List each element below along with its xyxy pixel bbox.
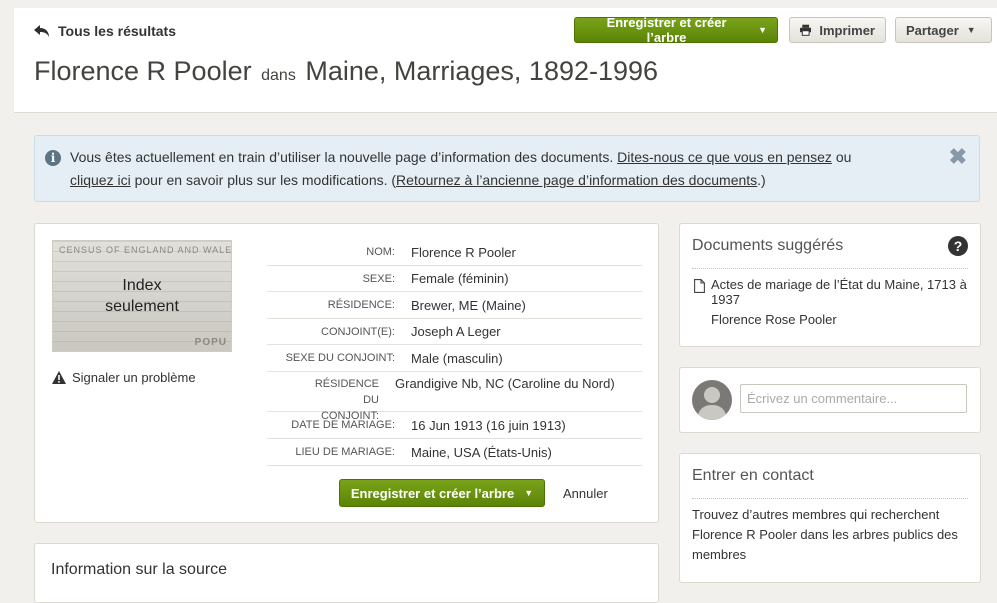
divider — [692, 268, 968, 269]
help-icon[interactable]: ? — [948, 236, 968, 256]
field-value: Maine, USA (États-Unis) — [411, 444, 552, 460]
get-in-touch-card: Entrer en contact Trouvez d’autres membr… — [679, 453, 981, 583]
banner-text-1: Vous êtes actuellement en train d’utilis… — [70, 149, 614, 165]
comment-input[interactable] — [740, 384, 967, 413]
index-only-label: Index seulement — [53, 275, 231, 317]
record-actions: Enregistrer et créer l’arbre ▼ Annuler — [339, 479, 608, 507]
cancel-link[interactable]: Annuler — [563, 486, 608, 501]
page-title: Florence R Pooler dans Maine, Marriages,… — [34, 56, 658, 87]
source-info-title: Information sur la source — [51, 561, 228, 578]
suggested-record-title: Actes de mariage de l’État du Maine, 171… — [711, 277, 967, 307]
suggested-record-item[interactable]: Actes de mariage de l’État du Maine, 171… — [694, 277, 972, 327]
field-value: Brewer, ME (Maine) — [411, 297, 526, 313]
info-icon: i — [45, 150, 61, 166]
divider — [692, 498, 968, 499]
suggested-record-person: Florence Rose Pooler — [711, 312, 837, 327]
save-and-create-tree-label: Enregistrer et créer l’arbre — [606, 15, 727, 45]
save-and-create-tree-button[interactable]: Enregistrer et créer l’arbre ▼ — [574, 15, 778, 45]
banner-text-4: .) — [757, 172, 766, 188]
warning-icon — [52, 371, 66, 384]
field-label: SEXE: — [362, 272, 395, 285]
field-value: Joseph A Leger — [411, 324, 501, 339]
index-only-line1: Index — [122, 277, 162, 294]
page-title-name: Florence R Pooler — [34, 56, 252, 86]
field-row-sex: SEXE: Female (féminin) — [267, 266, 642, 292]
thumbnail-census-text: CENSUS OF ENGLAND AND WALES, — [59, 245, 232, 255]
field-value: Florence R Pooler — [411, 244, 516, 260]
feedback-link[interactable]: Dites-nous ce que vous en pensez — [617, 149, 832, 165]
old-record-page-link[interactable]: Retournez à l’ancienne page d’informatio… — [396, 172, 757, 188]
caret-down-icon: ▼ — [758, 25, 767, 35]
page-title-connector: dans — [261, 67, 296, 84]
field-row-residence: RÉSIDENCE: Brewer, ME (Maine) — [267, 292, 642, 319]
printer-icon — [800, 24, 812, 36]
back-to-results-link[interactable]: Tous les résultats — [34, 23, 176, 39]
document-icon — [694, 279, 705, 293]
page-title-collection: Maine, Marriages, 1892-1996 — [305, 56, 659, 86]
close-icon[interactable]: ✖ — [949, 145, 967, 168]
field-value: Grandigive Nb, NC (Caroline du Nord) — [395, 376, 615, 391]
index-only-line2: seulement — [105, 298, 179, 315]
field-row-spouse: CONJOINT(E): Joseph A Leger — [267, 319, 642, 345]
page-header: Tous les résultats Enregistrer et créer … — [14, 8, 997, 113]
field-label: RÉSIDENCE: — [327, 299, 395, 311]
field-row-marriage-date: DATE DE MARIAGE: 16 Jun 1913 (16 juin 19… — [267, 412, 642, 439]
get-in-touch-text[interactable]: Trouvez d’autres membres qui recherchent… — [692, 505, 970, 565]
source-info-card: Information sur la source — [34, 543, 659, 603]
field-value: Male (masculin) — [411, 350, 503, 366]
field-label: SEXE DU CONJOINT: — [285, 352, 395, 364]
record-fields: NOM: Florence R Pooler SEXE: Female (fém… — [267, 239, 642, 466]
caret-down-icon: ▼ — [966, 25, 976, 35]
thumbnail-popu-text: POPU — [194, 337, 227, 348]
field-value: 16 Jun 1913 (16 juin 1913) — [411, 417, 566, 433]
user-avatar-icon — [692, 380, 732, 420]
print-button[interactable]: Imprimer — [789, 17, 886, 43]
learn-more-link[interactable]: cliquez ici — [70, 172, 131, 188]
field-row-name: NOM: Florence R Pooler — [267, 239, 642, 266]
caret-down-icon: ▼ — [524, 488, 534, 498]
field-row-spouse-sex: SEXE DU CONJOINT: Male (masculin) — [267, 345, 642, 372]
record-save-and-create-tree-button[interactable]: Enregistrer et créer l’arbre ▼ — [339, 479, 545, 507]
field-value: Female (féminin) — [411, 271, 509, 286]
report-problem-label: Signaler un problème — [72, 370, 196, 385]
record-save-and-create-tree-label: Enregistrer et créer l’arbre — [350, 485, 515, 501]
suggested-records-card: Documents suggérés ? Actes de mariage de… — [679, 223, 981, 347]
record-card: CENSUS OF ENGLAND AND WALES, POPU Index … — [34, 223, 659, 523]
reply-arrow-icon — [34, 24, 49, 37]
field-label: CONJOINT(E): — [321, 325, 395, 338]
banner-text-2: ou — [835, 149, 852, 165]
field-label: NOM: — [366, 246, 395, 258]
share-button[interactable]: Partager ▼ — [895, 17, 992, 43]
print-label: Imprimer — [819, 22, 875, 38]
record-thumbnail[interactable]: CENSUS OF ENGLAND AND WALES, POPU Index … — [52, 240, 232, 352]
comment-card — [679, 367, 981, 433]
suggested-records-title: Documents suggérés — [692, 237, 844, 254]
field-label: LIEU DE MARIAGE: — [295, 446, 395, 458]
field-row-marriage-place: LIEU DE MARIAGE: Maine, USA (États-Unis) — [267, 439, 642, 466]
field-row-spouse-residence: RÉSIDENCE DU CONJOINT: Grandigive Nb, NC… — [267, 372, 642, 422]
get-in-touch-title: Entrer en contact — [692, 467, 814, 484]
back-to-results-label: Tous les résultats — [58, 23, 177, 39]
field-label: DATE DE MARIAGE: — [291, 419, 395, 431]
info-banner: i Vous êtes actuellement en train d’util… — [34, 135, 980, 202]
banner-text-3: pour en savoir plus sur les modification… — [134, 172, 397, 188]
report-problem-link[interactable]: Signaler un problème — [52, 370, 196, 385]
share-label: Partager — [906, 22, 959, 38]
